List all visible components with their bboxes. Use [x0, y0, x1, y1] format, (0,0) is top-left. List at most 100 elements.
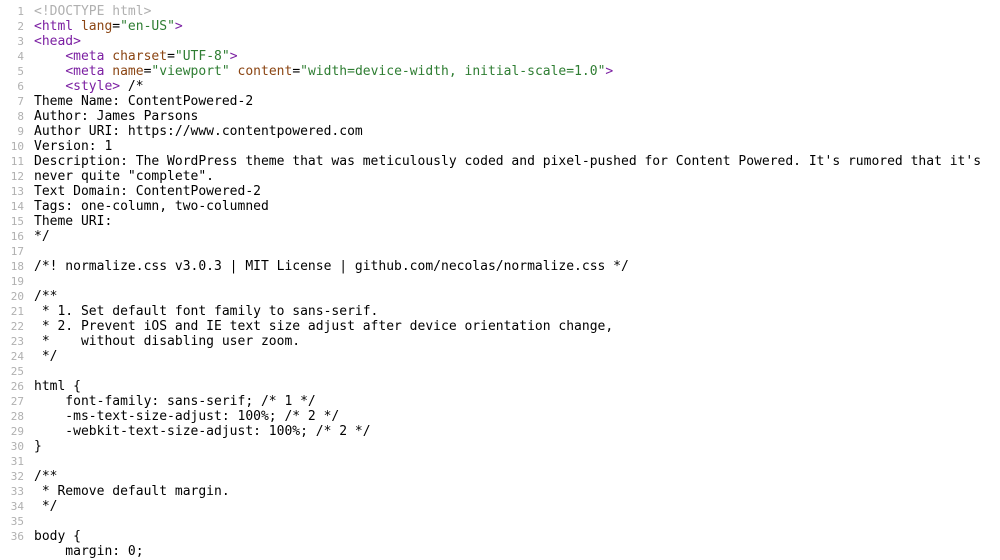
code-line[interactable]: * Remove default margin.	[34, 484, 1000, 499]
code-token: margin: 0;	[34, 544, 144, 559]
code-token: >	[605, 64, 613, 79]
line-number: 35	[4, 514, 24, 529]
code-line[interactable]: body {	[34, 529, 1000, 544]
line-number: 36	[4, 529, 24, 544]
code-line[interactable]	[34, 244, 1000, 259]
code-token: <	[65, 79, 73, 94]
line-number: 28	[4, 409, 24, 424]
code-token: html	[42, 19, 73, 34]
code-token: "UTF-8"	[175, 49, 230, 64]
line-number: 1	[4, 4, 24, 19]
line-number: 23	[4, 334, 24, 349]
code-line[interactable]: <!DOCTYPE html>	[34, 4, 1000, 19]
code-token	[34, 79, 65, 94]
code-line[interactable]: Author URI: https://www.contentpowered.c…	[34, 124, 1000, 139]
line-number: 26	[4, 379, 24, 394]
code-line[interactable]: Tags: one-column, two-columned	[34, 199, 1000, 214]
line-number: 13	[4, 184, 24, 199]
code-line[interactable]: /**	[34, 469, 1000, 484]
code-token: <	[65, 64, 73, 79]
code-token: >	[175, 19, 183, 34]
code-line[interactable]: Author: James Parsons	[34, 109, 1000, 124]
code-line[interactable]: /*! normalize.css v3.0.3 | MIT License |…	[34, 259, 1000, 274]
line-number: 22	[4, 319, 24, 334]
code-token: content	[238, 64, 293, 79]
code-line[interactable]: Text Domain: ContentPowered-2	[34, 184, 1000, 199]
code-line[interactable]: * 1. Set default font family to sans-ser…	[34, 304, 1000, 319]
line-number: 34	[4, 499, 24, 514]
code-line[interactable]: <style> /*	[34, 79, 1000, 94]
code-token: >	[73, 34, 81, 49]
code-token: -webkit-text-size-adjust: 100%; /* 2 */	[34, 424, 371, 439]
code-token: =	[167, 49, 175, 64]
code-token: <!DOCTYPE html>	[34, 4, 151, 19]
code-line[interactable]: */	[34, 229, 1000, 244]
code-token: "width=device-width, initial-scale=1.0"	[300, 64, 605, 79]
code-token: /**	[34, 469, 57, 484]
code-line[interactable]: * without disabling user zoom.	[34, 334, 1000, 349]
code-token: >	[112, 79, 120, 94]
line-number: 11	[4, 154, 24, 169]
line-number: 19	[4, 274, 24, 289]
code-token: Theme URI:	[34, 214, 112, 229]
code-line[interactable]: -ms-text-size-adjust: 100%; /* 2 */	[34, 409, 1000, 424]
code-line[interactable]: */	[34, 349, 1000, 364]
code-editor[interactable]: 1234567891011121314151617181920212223242…	[0, 0, 1000, 560]
code-token: Theme Name: ContentPowered-2	[34, 94, 253, 109]
code-token: */	[34, 229, 50, 244]
code-line[interactable]: }	[34, 439, 1000, 454]
code-line[interactable]: Theme URI:	[34, 214, 1000, 229]
code-token: -ms-text-size-adjust: 100%; /* 2 */	[34, 409, 339, 424]
code-token: * 1. Set default font family to sans-ser…	[34, 304, 378, 319]
code-line[interactable]: <meta charset="UTF-8">	[34, 49, 1000, 64]
code-token: Author: James Parsons	[34, 109, 198, 124]
code-line[interactable]: <html lang="en-US">	[34, 19, 1000, 34]
code-line[interactable]: Version: 1	[34, 139, 1000, 154]
line-number: 9	[4, 124, 24, 139]
code-line[interactable]: <head>	[34, 34, 1000, 49]
code-token	[230, 64, 238, 79]
code-line[interactable]: <meta name="viewport" content="width=dev…	[34, 64, 1000, 79]
code-token: Text Domain: ContentPowered-2	[34, 184, 261, 199]
line-number: 27	[4, 394, 24, 409]
code-token: */	[34, 499, 57, 514]
code-line[interactable]: margin: 0;	[34, 544, 1000, 559]
code-line[interactable]: Description: The WordPress theme that wa…	[34, 154, 1000, 169]
line-number: 25	[4, 364, 24, 379]
line-number: 4	[4, 49, 24, 64]
code-line[interactable]: html {	[34, 379, 1000, 394]
code-line[interactable]: font-family: sans-serif; /* 1 */	[34, 394, 1000, 409]
code-line[interactable]: -webkit-text-size-adjust: 100%; /* 2 */	[34, 424, 1000, 439]
code-line[interactable]: Theme Name: ContentPowered-2	[34, 94, 1000, 109]
code-token: <	[34, 34, 42, 49]
code-token: head	[42, 34, 73, 49]
code-line[interactable]: never quite "complete".	[34, 169, 1000, 184]
code-area[interactable]: <!DOCTYPE html><html lang="en-US"><head>…	[30, 0, 1000, 560]
line-number: 18	[4, 259, 24, 274]
code-token: /*	[120, 79, 143, 94]
line-number: 30	[4, 439, 24, 454]
line-number: 8	[4, 109, 24, 124]
code-token: name	[112, 64, 143, 79]
code-token	[73, 19, 81, 34]
code-token: <	[34, 19, 42, 34]
code-line[interactable]: */	[34, 499, 1000, 514]
code-line[interactable]	[34, 514, 1000, 529]
code-line[interactable]: /**	[34, 289, 1000, 304]
code-line[interactable]: * 2. Prevent iOS and IE text size adjust…	[34, 319, 1000, 334]
line-number: 20	[4, 289, 24, 304]
code-line[interactable]	[34, 364, 1000, 379]
line-number: 6	[4, 79, 24, 94]
line-number: 21	[4, 304, 24, 319]
code-token: Tags: one-column, two-columned	[34, 199, 269, 214]
line-number: 29	[4, 424, 24, 439]
code-line[interactable]	[34, 274, 1000, 289]
code-token: /**	[34, 289, 57, 304]
line-number: 15	[4, 214, 24, 229]
code-token: * 2. Prevent iOS and IE text size adjust…	[34, 319, 613, 334]
line-number: 10	[4, 139, 24, 154]
code-line[interactable]	[34, 454, 1000, 469]
line-number: 5	[4, 64, 24, 79]
code-token: Author URI: https://www.contentpowered.c…	[34, 124, 363, 139]
code-token: /*! normalize.css v3.0.3 | MIT License |…	[34, 259, 629, 274]
